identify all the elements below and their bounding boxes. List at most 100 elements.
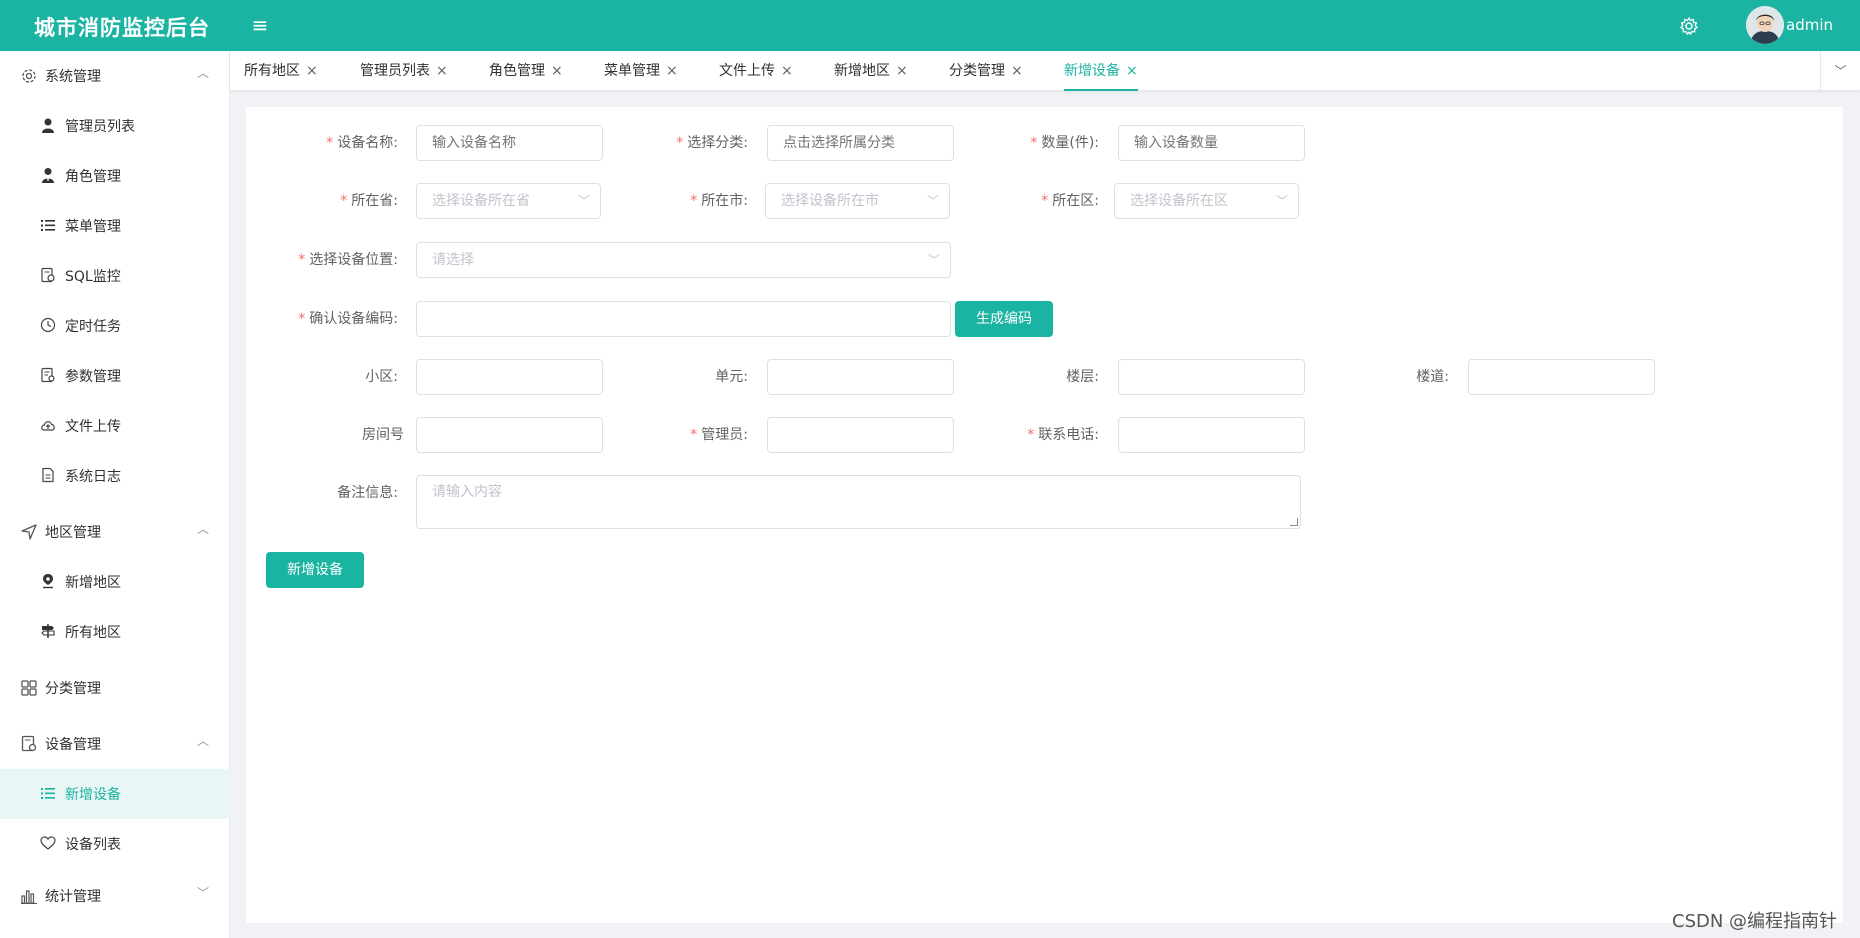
close-icon[interactable]: × [896, 63, 908, 79]
tab-label: 文件上传 [719, 63, 775, 79]
tab-file-upload[interactable]: 文件上传 × [719, 51, 793, 91]
city-label: * 所在市: [690, 193, 748, 209]
close-icon[interactable]: × [436, 63, 448, 79]
community-input[interactable] [416, 359, 603, 395]
chevron-down-icon: ﹀ [196, 886, 209, 900]
phone-input[interactable] [1118, 417, 1305, 453]
sidebar-item-system-log[interactable]: 系统日志 [0, 451, 230, 501]
sidebar-item-file-upload[interactable]: 文件上传 [0, 401, 230, 451]
sidebar-item-add-device[interactable]: 新增设备 [0, 769, 230, 819]
province-select[interactable]: 选择设备所在省 ﹀ [416, 183, 601, 219]
add-device-submit-button[interactable]: 新增设备 [266, 552, 364, 588]
sidebar-group-device[interactable]: 设备管理 ︿ [0, 719, 230, 769]
unit-input[interactable] [767, 359, 954, 395]
floor-label: 楼层: [1066, 369, 1099, 385]
gear-icon[interactable] [1679, 16, 1699, 36]
building-label: 楼道: [1416, 369, 1449, 385]
tab-label: 所有地区 [244, 63, 300, 79]
sidebar-item-add-region[interactable]: 新增地区 [0, 557, 230, 607]
grid-icon [21, 680, 37, 696]
tab-category[interactable]: 分类管理 × [949, 51, 1023, 91]
district-label: * 所在区: [1041, 193, 1099, 209]
close-icon[interactable]: × [1126, 63, 1138, 79]
sidebar-group-label: 地区管理 [45, 525, 101, 541]
remark-textarea[interactable]: 请输入内容 [416, 475, 1301, 529]
close-icon[interactable]: × [781, 63, 793, 79]
quantity-input[interactable] [1118, 125, 1305, 161]
sidebar-item-role[interactable]: 角色管理 [0, 151, 230, 201]
chevron-down-icon: ﹀ [577, 194, 590, 208]
bar-chart-icon [21, 890, 37, 904]
city-select[interactable]: 选择设备所在市 ﹀ [765, 183, 950, 219]
building-input[interactable] [1468, 359, 1655, 395]
document-monitor-icon [21, 735, 37, 752]
tab-all-regions[interactable]: 所有地区 × [244, 51, 318, 91]
quantity-label: * 数量(件): [1030, 135, 1099, 151]
sidebar-item-label: 系统日志 [65, 469, 121, 485]
chevron-up-icon: ︿ [196, 66, 209, 80]
tab-label: 管理员列表 [360, 63, 430, 79]
close-icon[interactable]: × [1011, 63, 1023, 79]
sidebar-group-category[interactable]: 分类管理 [0, 663, 230, 713]
sidebar-item-label: 角色管理 [65, 169, 121, 185]
sidebar-item-label: 管理员列表 [65, 119, 135, 135]
username[interactable]: admin [1786, 16, 1833, 34]
category-label: * 选择分类: [676, 135, 748, 151]
menu-toggle-icon[interactable]: ≡ [249, 14, 271, 36]
manager-input[interactable] [767, 417, 954, 453]
tab-label: 新增地区 [834, 63, 890, 79]
district-select[interactable]: 选择设备所在区 ﹀ [1114, 183, 1299, 219]
tab-add-region[interactable]: 新增地区 × [834, 51, 908, 91]
sidebar-item-label: 菜单管理 [65, 219, 121, 235]
province-label: * 所在省: [340, 193, 398, 209]
sidebar-item-label: 新增地区 [65, 575, 121, 591]
sidebar-item-scheduled-task[interactable]: 定时任务 [0, 301, 230, 351]
sidebar-item-sql[interactable]: SQL监控 [0, 251, 230, 301]
province-placeholder: 选择设备所在省 [432, 193, 530, 209]
location-cascader[interactable]: 请选择 ﹀ [416, 242, 951, 278]
sidebar-item-params[interactable]: 参数管理 [0, 351, 230, 401]
sidebar-group-system[interactable]: 系统管理 ︿ [0, 51, 230, 101]
category-input[interactable] [767, 125, 954, 161]
sidebar-item-label: 文件上传 [65, 419, 121, 435]
phone-label: * 联系电话: [1027, 427, 1099, 443]
device-name-input[interactable] [416, 125, 603, 161]
tab-admin-list[interactable]: 管理员列表 × [360, 51, 448, 91]
sidebar-group-region[interactable]: 地区管理 ︿ [0, 507, 230, 557]
sidebar-group-label: 系统管理 [45, 69, 101, 85]
sidebar: 系统管理 ︿ 管理员列表 角色管理 菜单管理 SQL监控 定时任务 参数管理 文… [0, 51, 230, 938]
resize-grip-icon[interactable] [1290, 518, 1298, 526]
document-monitor-icon [41, 267, 55, 283]
location-placeholder: 请选择 [432, 252, 474, 268]
sidebar-group-label: 分类管理 [45, 681, 101, 697]
city-placeholder: 选择设备所在市 [781, 193, 879, 209]
avatar[interactable] [1746, 6, 1784, 44]
tab-role[interactable]: 角色管理 × [489, 51, 563, 91]
tabs-dropdown-chevron-down-icon[interactable]: ﹀ [1820, 51, 1860, 91]
tab-add-device[interactable]: 新增设备 × [1064, 51, 1138, 91]
tab-bar: 所有地区 × 管理员列表 × 角色管理 × 菜单管理 × 文件上传 × 新增地区 × 分类管… [230, 51, 1860, 91]
watermark: CSDN @编程指南针 [1672, 911, 1838, 932]
close-icon[interactable]: × [666, 63, 678, 79]
close-icon[interactable]: × [306, 63, 318, 79]
community-label: 小区: [365, 369, 398, 385]
cloud-upload-icon [41, 421, 55, 431]
generate-code-button[interactable]: 生成编码 [955, 301, 1053, 337]
sidebar-item-menu[interactable]: 菜单管理 [0, 201, 230, 251]
tab-menu[interactable]: 菜单管理 × [604, 51, 678, 91]
sidebar-group-stats[interactable]: 统计管理 ﹀ [0, 871, 230, 921]
code-label: * 确认设备编码: [298, 311, 398, 327]
sidebar-item-admin-list[interactable]: 管理员列表 [0, 101, 230, 151]
manager-label: * 管理员: [690, 427, 748, 443]
sidebar-item-all-regions[interactable]: 所有地区 [0, 607, 230, 657]
close-icon[interactable]: × [551, 63, 563, 79]
chevron-down-icon: ﹀ [926, 194, 939, 208]
location-pin-icon [43, 574, 53, 589]
floor-input[interactable] [1118, 359, 1305, 395]
room-input[interactable] [416, 417, 603, 453]
device-code-input[interactable] [416, 301, 951, 337]
sidebar-item-label: 参数管理 [65, 369, 121, 385]
sidebar-item-device-list[interactable]: 设备列表 [0, 819, 230, 869]
tab-label: 角色管理 [489, 63, 545, 79]
list-icon [41, 220, 55, 231]
